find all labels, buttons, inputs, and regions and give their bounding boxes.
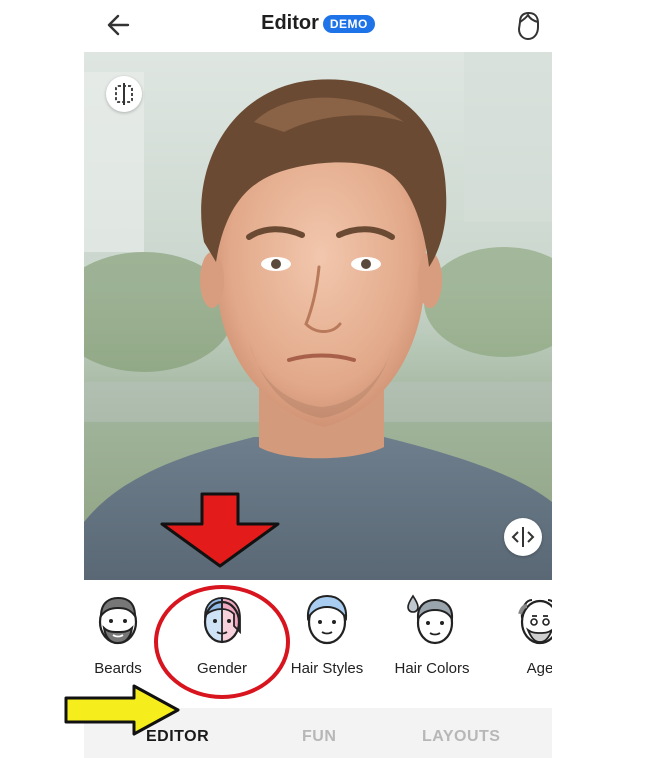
- beard-face-icon: [98, 596, 138, 645]
- bottom-tab-bar: EDITOR FUN LAYOUTS: [84, 708, 552, 758]
- tab-fun[interactable]: FUN: [302, 728, 336, 746]
- top-bar: Editor DEMO: [84, 0, 552, 52]
- portrait-photo: [84, 52, 552, 580]
- tool-label: Beards: [94, 660, 142, 677]
- age-face-icon: [518, 599, 552, 645]
- tool-hair-styles[interactable]: Hair Styles: [277, 592, 377, 692]
- editor-tools-row: Beards Gender Hair Styles Hair Colors Ag…: [84, 582, 552, 702]
- tool-label: Hair Colors: [394, 660, 470, 677]
- demo-badge: DEMO: [322, 14, 375, 33]
- hair-styles-face-icon: [306, 594, 348, 645]
- face-profile-icon: [517, 11, 539, 41]
- split-view-button[interactable]: [504, 518, 542, 556]
- tool-label: Gender: [196, 660, 248, 677]
- hair-colors-face-icon: [407, 594, 454, 645]
- app-screen: Editor DEMO Beards Gender Hair Styles Ha…: [84, 0, 552, 758]
- split-arrows-icon: [511, 527, 535, 547]
- tool-label: Age: [526, 660, 552, 677]
- tool-hair-colors[interactable]: Hair Colors: [382, 592, 482, 692]
- tab-editor[interactable]: EDITOR: [146, 728, 209, 746]
- profile-button[interactable]: [514, 10, 542, 42]
- tool-label: Hair Styles: [290, 660, 364, 677]
- title-text: Editor: [261, 12, 319, 34]
- tool-gender[interactable]: Gender: [172, 592, 272, 692]
- page-title: Editor DEMO: [84, 12, 552, 40]
- tab-layouts[interactable]: LAYOUTS: [422, 728, 500, 746]
- compare-icon: [115, 83, 133, 105]
- gender-face-icon: [203, 597, 241, 644]
- photo-preview[interactable]: [84, 52, 552, 580]
- tool-age[interactable]: Age: [490, 592, 552, 692]
- tool-beards[interactable]: Beards: [84, 592, 168, 692]
- compare-button[interactable]: [106, 76, 142, 112]
